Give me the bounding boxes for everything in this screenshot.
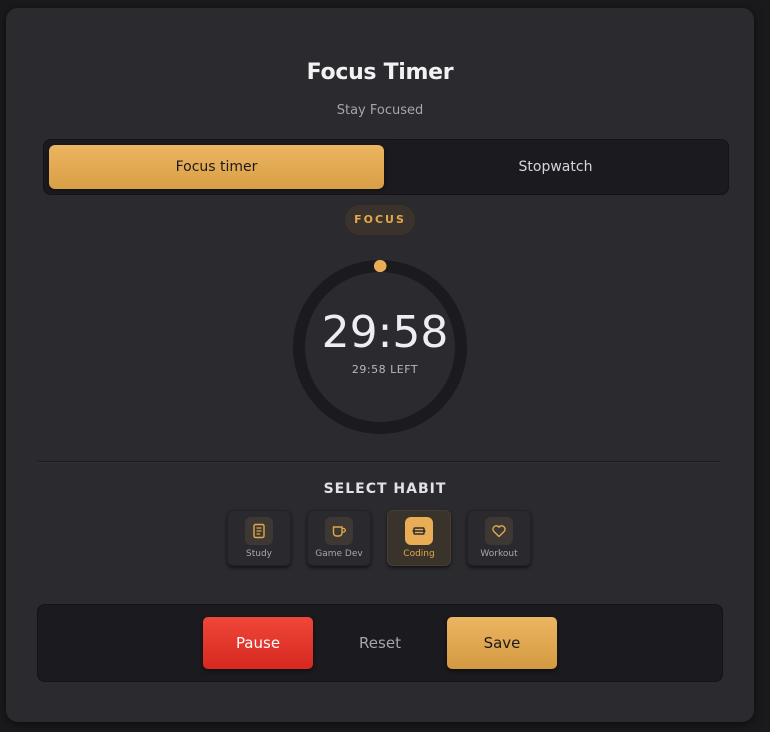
- habit-game-dev[interactable]: Game Dev: [307, 510, 371, 566]
- save-button[interactable]: Save: [447, 617, 557, 669]
- page-title: Focus Timer: [306, 60, 454, 85]
- habit-label: Coding: [403, 549, 435, 559]
- habit-coding[interactable]: Coding: [387, 510, 451, 566]
- heart-icon: [485, 517, 513, 545]
- code-icon: [405, 517, 433, 545]
- habit-label: Game Dev: [315, 549, 363, 559]
- section-divider: [37, 461, 720, 463]
- tab-focus-timer[interactable]: Focus timer: [49, 145, 384, 189]
- mode-badge: FOCUS: [345, 205, 415, 235]
- page-subtitle: Stay Focused: [336, 103, 424, 118]
- habit-workout[interactable]: Workout: [467, 510, 531, 566]
- tab-stopwatch[interactable]: Stopwatch: [388, 145, 723, 189]
- mode-tabs: Focus timer Stopwatch: [43, 139, 729, 195]
- habit-label: Workout: [480, 549, 518, 559]
- select-habit-title: SELECT HABIT: [323, 481, 447, 497]
- coffee-icon: [325, 517, 353, 545]
- habit-study[interactable]: Study: [227, 510, 291, 566]
- book-icon: [245, 517, 273, 545]
- timer-remaining-label: 29:58 LEFT: [351, 363, 419, 376]
- timer-controls: Pause Reset Save: [37, 604, 723, 682]
- reset-button[interactable]: Reset: [340, 617, 420, 669]
- habit-label: Study: [246, 549, 272, 559]
- pause-button[interactable]: Pause: [203, 617, 313, 669]
- timer-display: 29:58: [321, 307, 449, 358]
- timer-ring-knob: [374, 260, 386, 272]
